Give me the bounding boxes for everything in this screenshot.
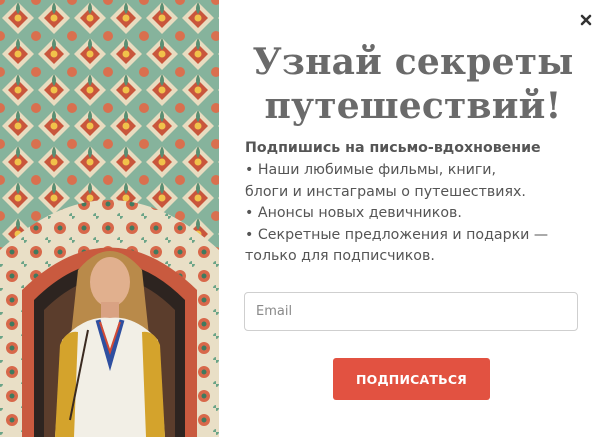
benefit-line: • Анонсы новых девичников. — [245, 205, 462, 221]
benefit-line: блоги и инстаграмы о путешествиях. — [245, 183, 526, 200]
subscribe-popup: Узнай секреты путешествий! Подпишись на … — [0, 0, 604, 437]
email-input[interactable] — [244, 292, 578, 331]
benefit-line: • Секретные предложения и подарки — — [245, 226, 549, 243]
close-button[interactable] — [576, 10, 596, 30]
close-icon — [580, 14, 592, 26]
popup-title: Узнай секреты путешествий! — [232, 40, 594, 128]
benefit-line: • Наши любимые фильмы, книги, — [245, 162, 497, 178]
travel-photo — [0, 0, 219, 437]
benefit-line: только для подписчиков. — [245, 248, 435, 264]
title-line-2: путешествий! — [264, 85, 562, 127]
travel-photo-image — [0, 0, 219, 437]
benefits-list: • Наши любимые фильмы, книги, блоги и ин… — [245, 160, 548, 268]
subscribe-lead: Подпишись на письмо-вдохновение — [245, 140, 541, 156]
subscribe-button[interactable]: ПОДПИСАТЬСЯ — [333, 358, 490, 400]
title-line-1: Узнай секреты — [252, 41, 574, 83]
